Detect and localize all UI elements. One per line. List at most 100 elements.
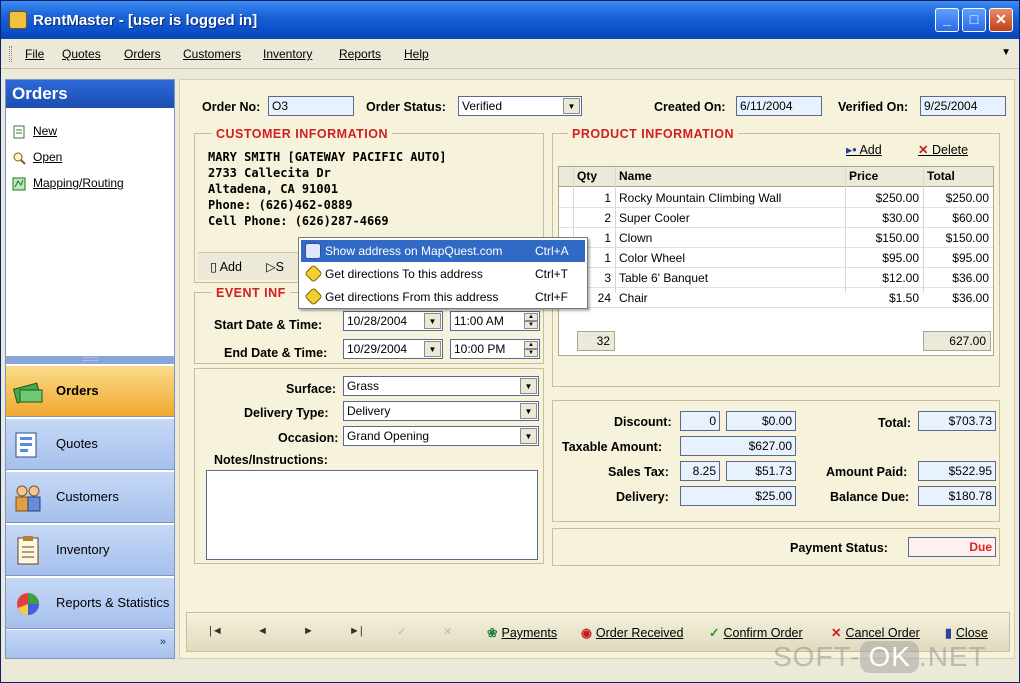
discount-amount-field[interactable]: $0.00 — [726, 411, 796, 431]
payments-icon: ❀ — [487, 626, 498, 640]
nav-reports-label: Reports & Statistics — [56, 595, 170, 610]
menu-file[interactable]: File — [25, 47, 44, 61]
previous-record-button[interactable]: ◄ — [257, 625, 268, 637]
created-on-field[interactable]: 6/11/2004 — [736, 96, 822, 116]
occasion-select[interactable]: Grand Opening ▼ — [343, 426, 539, 446]
directions-sign-icon — [304, 264, 323, 283]
cell-total: $36.00 — [952, 271, 989, 285]
new-order-link[interactable]: New — [12, 124, 57, 139]
save-record-button[interactable]: ✓ — [397, 625, 406, 638]
order-received-label: Order Received — [595, 626, 684, 640]
mapping-routing-link[interactable]: Mapping/Routing — [12, 176, 124, 191]
nav-quotes[interactable]: Quotes — [6, 418, 174, 470]
menu-directions-from[interactable]: Get directions From this address Ctrl+F — [301, 286, 585, 308]
nav-reports[interactable]: Reports & Statistics — [6, 577, 174, 629]
spin-up-icon[interactable]: ▲ — [524, 313, 538, 321]
product-add-button[interactable]: ▸• Add — [846, 142, 882, 157]
menu-overflow-icon[interactable]: ▼ — [1001, 47, 1011, 58]
customer-add-button[interactable]: ▯ Add — [210, 259, 242, 274]
menu-directions-from-label: Get directions From this address — [325, 290, 499, 304]
taxable-amount-label: Taxable Amount: — [562, 440, 663, 454]
end-date-field[interactable]: 10/29/2004 ▼ — [343, 339, 443, 359]
start-time-field[interactable]: 11:00 AM ▲ ▼ — [450, 311, 540, 331]
sales-tax-label: Sales Tax: — [608, 465, 669, 479]
start-date-label: Start Date & Time: — [214, 318, 323, 332]
table-row[interactable]: 1 Rocky Mountain Climbing Wall $250.00 $250… — [559, 188, 993, 208]
first-record-button[interactable]: |◄ — [209, 625, 223, 637]
nav-orders[interactable]: Orders — [6, 365, 174, 417]
column-name[interactable]: Name — [619, 169, 652, 183]
menu-show-on-mapquest-shortcut: Ctrl+A — [535, 244, 569, 258]
column-total[interactable]: Total — [927, 169, 955, 183]
discard-record-button[interactable]: ✕ — [443, 625, 452, 638]
start-date-field[interactable]: 10/28/2004 ▼ — [343, 311, 443, 331]
order-status-select[interactable]: Verified ▼ — [458, 96, 582, 116]
chevron-down-icon[interactable]: ▼ — [520, 428, 537, 444]
discount-percent-field[interactable]: 0 — [680, 411, 720, 431]
table-row[interactable]: 1 Clown $150.00 $150.00 — [559, 228, 993, 248]
customer-show-button[interactable]: ▷S — [266, 259, 284, 274]
close-form-button[interactable]: ▮ Close — [945, 625, 988, 640]
tax-rate-field[interactable]: 8.25 — [680, 461, 720, 481]
received-icon: ◉ — [581, 626, 592, 640]
notes-textarea[interactable] — [206, 470, 538, 560]
delivery-fee-field[interactable]: $25.00 — [680, 486, 796, 506]
spin-down-icon[interactable]: ▼ — [524, 321, 538, 329]
spin-down-icon[interactable]: ▼ — [524, 349, 538, 357]
table-row[interactable]: 1 Color Wheel $95.00 $95.00 — [559, 248, 993, 268]
end-time-field[interactable]: 10:00 PM ▲ ▼ — [450, 339, 540, 359]
panel-splitter[interactable]: :::::::: — [6, 356, 174, 364]
surface-select[interactable]: Grass ▼ — [343, 376, 539, 396]
customer-name: MARY SMITH [GATEWAY PACIFIC AUTO] — [208, 150, 447, 164]
cancel-order-button[interactable]: ✕ Cancel Order — [831, 625, 920, 640]
table-row[interactable]: 3 Table 6' Banquet $12.00 $36.00 — [559, 268, 993, 288]
sales-tax-field: $51.73 — [726, 461, 796, 481]
calendar-dropdown-icon[interactable]: ▼ — [424, 313, 441, 329]
balance-due-field: $180.78 — [918, 486, 996, 506]
maximize-button[interactable]: □ — [962, 8, 986, 32]
menu-directions-to[interactable]: Get directions To this address Ctrl+T — [301, 263, 585, 285]
nav-overflow-bar[interactable]: » — [6, 630, 174, 658]
menu-orders[interactable]: Orders — [124, 47, 161, 61]
column-price[interactable]: Price — [849, 169, 878, 183]
chevron-down-icon[interactable]: » — [160, 636, 166, 648]
spin-up-icon[interactable]: ▲ — [524, 341, 538, 349]
menu-help[interactable]: Help — [404, 47, 429, 61]
address-context-menu: Show address on MapQuest.com Ctrl+A Get … — [298, 237, 588, 309]
product-table[interactable]: Qty Name Price Total 1 Rocky Mountain Cli… — [558, 166, 994, 356]
calendar-dropdown-icon[interactable]: ▼ — [424, 341, 441, 357]
nav-inventory[interactable]: Inventory — [6, 524, 174, 576]
confirm-order-label: Confirm Order — [723, 626, 803, 640]
payment-status-label: Payment Status: — [790, 541, 888, 555]
menu-reports[interactable]: Reports — [339, 47, 381, 61]
menu-directions-from-shortcut: Ctrl+F — [535, 290, 568, 304]
menu-show-on-mapquest[interactable]: Show address on MapQuest.com Ctrl+A — [301, 240, 585, 262]
chevron-down-icon[interactable]: ▼ — [520, 378, 537, 394]
customer-add-label: Add — [219, 260, 242, 274]
next-record-button[interactable]: ► — [303, 625, 314, 637]
column-qty[interactable]: Qty — [577, 169, 597, 183]
payments-button[interactable]: ❀ Payments — [487, 625, 557, 640]
minimize-button[interactable]: _ — [935, 8, 959, 32]
menu-inventory[interactable]: Inventory — [263, 47, 312, 61]
menu-customers[interactable]: Customers — [183, 47, 241, 61]
watermark: SOFT- OK .NET — [773, 641, 987, 673]
new-document-icon — [12, 125, 28, 139]
order-received-button[interactable]: ◉ Order Received — [581, 625, 683, 640]
verified-on-field[interactable]: 9/25/2004 — [920, 96, 1006, 116]
nav-customers[interactable]: Customers — [6, 471, 174, 523]
title-bar[interactable]: RentMaster - [user is logged in] _ □ ✕ — [1, 1, 1019, 39]
footer-amount-total: 627.00 — [923, 331, 991, 351]
product-delete-button[interactable]: ✕ Delete — [918, 142, 968, 157]
chevron-down-icon[interactable]: ▼ — [520, 403, 537, 419]
menu-quotes[interactable]: Quotes — [62, 47, 101, 61]
chevron-down-icon[interactable]: ▼ — [563, 98, 580, 114]
table-row[interactable]: 24 Chair $1.50 $36.00 — [559, 288, 993, 308]
table-row[interactable]: 2 Super Cooler $30.00 $60.00 — [559, 208, 993, 228]
last-record-button[interactable]: ►| — [349, 625, 363, 637]
delivery-type-select[interactable]: Delivery ▼ — [343, 401, 539, 421]
close-window-button[interactable]: ✕ — [989, 8, 1013, 32]
open-order-link[interactable]: Open — [12, 150, 62, 165]
order-no-field[interactable]: O3 — [268, 96, 354, 116]
confirm-order-button[interactable]: ✓ Confirm Order — [709, 625, 803, 640]
